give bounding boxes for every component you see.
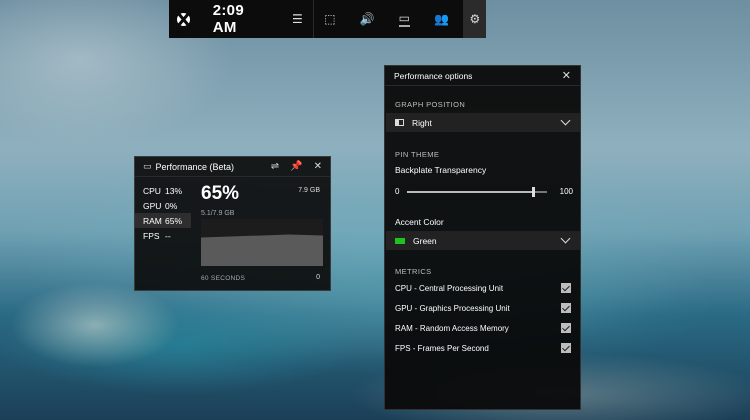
performance-button[interactable]: ▭ (388, 0, 420, 38)
widget-menu-button[interactable]: ☰ (282, 0, 314, 38)
chevron-down-icon (560, 115, 571, 126)
menu-icon: ☰ (292, 12, 303, 26)
slider-fill (407, 191, 533, 193)
performance-widget: ▭ Performance (Beta) ⇌ 📌 ✕ CPU 13% GPU 0… (134, 156, 331, 291)
capture-icon: ⬚ (324, 12, 336, 26)
capture-button[interactable]: ⬚ (314, 0, 346, 38)
performance-widget-title: Performance (Beta) (155, 161, 235, 172)
color-swatch (395, 237, 405, 244)
metric-option-label: FPS - Frames Per Second (395, 343, 489, 353)
options-header: Performance options ✕ (385, 66, 580, 86)
audio-button[interactable]: 🔊 (346, 0, 389, 38)
close-icon[interactable]: ✕ (314, 161, 322, 172)
performance-options-panel: Performance options ✕ GRAPH POSITION Rig… (384, 65, 581, 410)
slider-thumb[interactable] (532, 187, 535, 197)
accent-color-dropdown[interactable]: Green (386, 231, 580, 250)
metrics-section-label: METRICS (395, 267, 432, 276)
slider-min-label: 0 (395, 187, 400, 196)
graph-position-dropdown[interactable]: Right (386, 113, 580, 132)
graph-x-left-label: 60 SECONDS (201, 275, 246, 282)
graph-area (201, 234, 323, 266)
xbox-button[interactable] (169, 0, 199, 38)
metric-label: FPS (143, 230, 160, 241)
performance-icon: ▭ (398, 11, 410, 27)
metric-label: CPU (143, 185, 161, 196)
graph-position-value: Right (412, 117, 432, 128)
performance-widget-header[interactable]: ▭ Performance (Beta) ⇌ 📌 ✕ (135, 157, 330, 177)
close-icon[interactable]: ✕ (562, 69, 571, 82)
gear-icon: ⚙ (469, 12, 481, 26)
metric-row-cpu[interactable]: CPU 13% (135, 183, 191, 198)
accent-color-label: Accent Color (395, 217, 444, 227)
pin-theme-section-label: PIN THEME (395, 150, 440, 159)
metric-option-label: GPU - Graphics Processing Unit (395, 303, 510, 313)
game-bar: 2:09 AM ☰ ⬚ 🔊 ▭ 👥 ⚙ (169, 0, 486, 38)
chevron-down-icon (560, 233, 571, 244)
xbox-social-button[interactable]: 👥 (420, 0, 463, 38)
checkbox[interactable] (561, 283, 571, 293)
metric-usage-label: 5.1/7.9 GB (201, 210, 235, 217)
pin-icon[interactable]: 📌 (290, 161, 302, 172)
metric-label: GPU (143, 200, 162, 211)
metric-value: -- (165, 230, 171, 241)
transparency-slider[interactable]: 0 100 (395, 186, 573, 200)
metric-row-gpu[interactable]: GPU 0% (135, 198, 191, 213)
graph-x-right-label: 0 (316, 274, 320, 281)
clock: 2:09 AM (212, 2, 244, 36)
metric-option-fps[interactable]: FPS - Frames Per Second (395, 341, 571, 355)
checkbox[interactable] (561, 343, 571, 353)
widget-options-icon[interactable]: ⇌ (271, 161, 279, 172)
metric-label: RAM (143, 215, 162, 226)
metric-value: 65% (165, 215, 183, 226)
performance-icon: ▭ (143, 161, 152, 172)
accent-color-value: Green (413, 235, 437, 246)
slider-max-label: 100 (559, 187, 573, 196)
metric-row-fps[interactable]: FPS -- (135, 228, 191, 243)
position-icon (395, 119, 404, 126)
options-title: Performance options (394, 70, 473, 81)
social-icon: 👥 (433, 12, 449, 26)
metric-option-gpu[interactable]: GPU - Graphics Processing Unit (395, 301, 571, 315)
metric-row-ram[interactable]: RAM 65% (135, 213, 191, 228)
metric-max-label: 7.9 GB (298, 187, 320, 194)
metric-option-ram[interactable]: RAM - Random Access Memory (395, 321, 571, 335)
checkbox[interactable] (561, 303, 571, 313)
xbox-logo-icon (177, 12, 191, 26)
slider-track[interactable] (407, 187, 547, 197)
metric-list: CPU 13% GPU 0% RAM 65% FPS -- (135, 183, 191, 243)
metric-value: 13% (165, 185, 183, 196)
checkbox[interactable] (561, 323, 571, 333)
metric-option-cpu[interactable]: CPU - Central Processing Unit (395, 281, 571, 295)
metric-option-label: RAM - Random Access Memory (395, 323, 509, 333)
metric-option-label: CPU - Central Processing Unit (395, 283, 504, 293)
metric-value: 0% (165, 200, 178, 211)
current-metric-value: 65% (201, 183, 240, 204)
audio-icon: 🔊 (359, 12, 375, 26)
usage-graph (201, 219, 323, 266)
graph-position-section-label: GRAPH POSITION (395, 100, 466, 109)
backplate-transparency-label: Backplate Transparency (395, 165, 487, 175)
settings-button[interactable]: ⚙ (463, 0, 486, 38)
